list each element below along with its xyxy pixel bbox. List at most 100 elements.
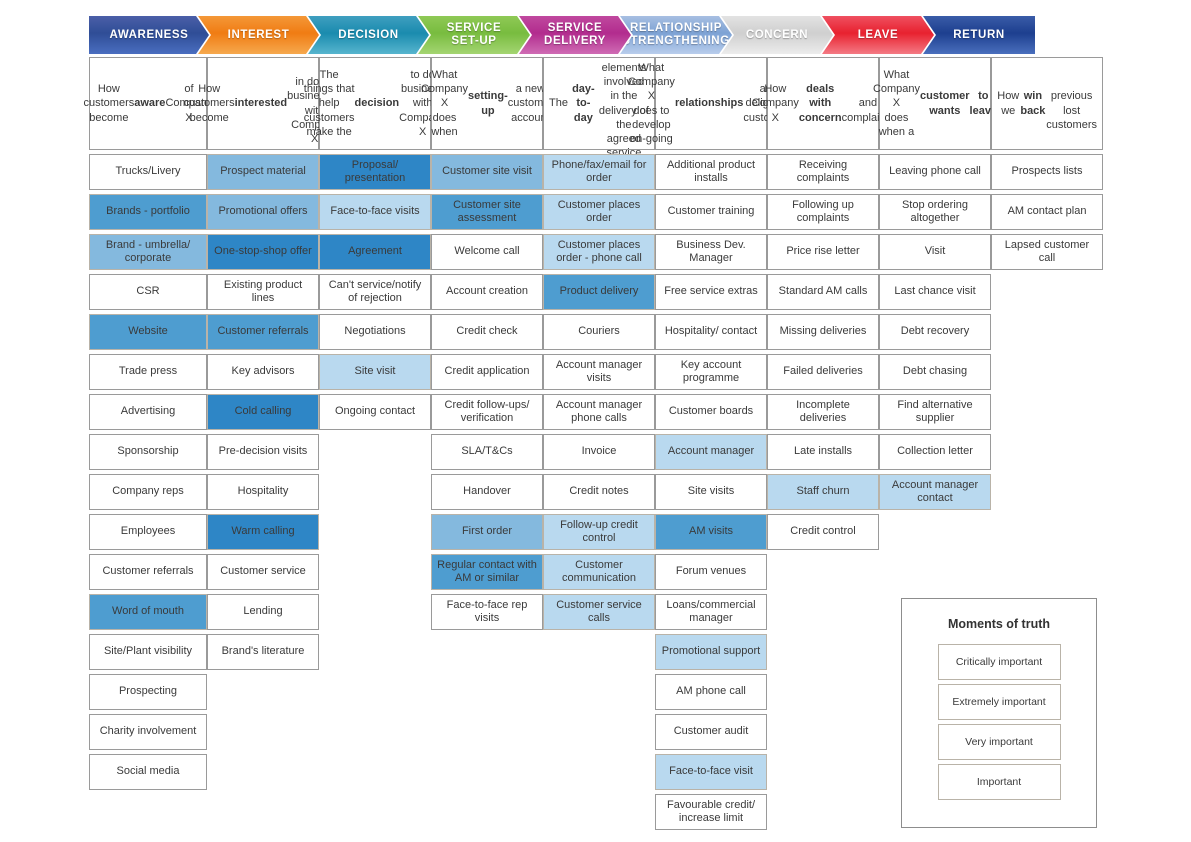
touchpoint-cell[interactable]: Customer referrals xyxy=(207,314,319,350)
touchpoint-cell[interactable]: Standard AM calls xyxy=(767,274,879,310)
touchpoint-cell[interactable]: Customer training xyxy=(655,194,767,230)
stage-header-service-delivery[interactable]: SERVICE DELIVERY xyxy=(519,16,631,54)
stage-header-decision[interactable]: DECISION xyxy=(308,16,429,54)
touchpoint-cell[interactable]: Phone/fax/email for order xyxy=(543,154,655,190)
touchpoint-cell[interactable]: Loans/commercial manager xyxy=(655,594,767,630)
touchpoint-cell[interactable]: AM visits xyxy=(655,514,767,550)
touchpoint-cell[interactable]: Face-to-face visits xyxy=(319,194,431,230)
touchpoint-cell[interactable]: Brands - portfolio xyxy=(89,194,207,230)
touchpoint-cell[interactable]: Warm calling xyxy=(207,514,319,550)
touchpoint-cell[interactable]: Customer boards xyxy=(655,394,767,430)
touchpoint-cell[interactable]: Charity involvement xyxy=(89,714,207,750)
touchpoint-cell[interactable]: Follow-up credit control xyxy=(543,514,655,550)
touchpoint-cell[interactable]: Customer communication xyxy=(543,554,655,590)
touchpoint-cell[interactable]: Promotional offers xyxy=(207,194,319,230)
touchpoint-cell[interactable]: Regular contact with AM or similar xyxy=(431,554,543,590)
touchpoint-cell[interactable]: Collection letter xyxy=(879,434,991,470)
touchpoint-cell[interactable]: Customer audit xyxy=(655,714,767,750)
touchpoint-cell[interactable]: SLA/T&Cs xyxy=(431,434,543,470)
touchpoint-cell[interactable]: Advertising xyxy=(89,394,207,430)
touchpoint-cell[interactable]: Last chance visit xyxy=(879,274,991,310)
touchpoint-cell[interactable]: Trade press xyxy=(89,354,207,390)
touchpoint-cell[interactable]: Free service extras xyxy=(655,274,767,310)
touchpoint-cell[interactable]: Employees xyxy=(89,514,207,550)
touchpoint-cell[interactable]: Credit check xyxy=(431,314,543,350)
touchpoint-cell[interactable]: Company reps xyxy=(89,474,207,510)
stage-header-concern[interactable]: CONCERN xyxy=(721,16,833,54)
touchpoint-cell[interactable]: AM contact plan xyxy=(991,194,1103,230)
touchpoint-cell[interactable]: Debt recovery xyxy=(879,314,991,350)
touchpoint-cell[interactable]: One-stop-shop offer xyxy=(207,234,319,270)
touchpoint-cell[interactable]: Ongoing contact xyxy=(319,394,431,430)
touchpoint-cell[interactable]: Receiving complaints xyxy=(767,154,879,190)
touchpoint-cell[interactable]: Pre-decision visits xyxy=(207,434,319,470)
touchpoint-cell[interactable]: Proposal/ presentation xyxy=(319,154,431,190)
touchpoint-cell[interactable]: Credit control xyxy=(767,514,879,550)
touchpoint-cell[interactable]: Staff churn xyxy=(767,474,879,510)
touchpoint-cell[interactable]: Additional product installs xyxy=(655,154,767,190)
touchpoint-cell[interactable]: Trucks/Livery xyxy=(89,154,207,190)
touchpoint-cell[interactable]: Account creation xyxy=(431,274,543,310)
stage-header-interest[interactable]: INTEREST xyxy=(198,16,319,54)
stage-header-leave[interactable]: LEAVE xyxy=(822,16,934,54)
touchpoint-cell[interactable]: Prospects lists xyxy=(991,154,1103,190)
touchpoint-cell[interactable]: Site visit xyxy=(319,354,431,390)
touchpoint-cell[interactable]: Word of mouth xyxy=(89,594,207,630)
touchpoint-cell[interactable]: Account manager phone calls xyxy=(543,394,655,430)
touchpoint-cell[interactable]: Brand - umbrella/ corporate xyxy=(89,234,207,270)
touchpoint-cell[interactable]: Site visits xyxy=(655,474,767,510)
touchpoint-cell[interactable]: Business Dev. Manager xyxy=(655,234,767,270)
touchpoint-cell[interactable]: Handover xyxy=(431,474,543,510)
touchpoint-cell[interactable]: Customer places order - phone call xyxy=(543,234,655,270)
touchpoint-cell[interactable]: Following up complaints xyxy=(767,194,879,230)
touchpoint-cell[interactable]: Product delivery xyxy=(543,274,655,310)
touchpoint-cell[interactable]: Price rise letter xyxy=(767,234,879,270)
touchpoint-cell[interactable]: Debt chasing xyxy=(879,354,991,390)
stage-header-awareness[interactable]: AWARENESS xyxy=(89,16,209,54)
touchpoint-cell[interactable]: Account manager visits xyxy=(543,354,655,390)
touchpoint-cell[interactable]: Promotional support xyxy=(655,634,767,670)
touchpoint-cell[interactable]: Account manager xyxy=(655,434,767,470)
touchpoint-cell[interactable]: Customer places order xyxy=(543,194,655,230)
stage-header-service-set-up[interactable]: SERVICE SET-UP xyxy=(418,16,530,54)
touchpoint-cell[interactable]: First order xyxy=(431,514,543,550)
touchpoint-cell[interactable]: Lapsed customer call xyxy=(991,234,1103,270)
touchpoint-cell[interactable]: Brand's literature xyxy=(207,634,319,670)
stage-header-return[interactable]: RETURN xyxy=(923,16,1035,54)
touchpoint-cell[interactable]: Sponsorship xyxy=(89,434,207,470)
touchpoint-cell[interactable]: Can't service/notify of rejection xyxy=(319,274,431,310)
touchpoint-cell[interactable]: Hospitality/ contact xyxy=(655,314,767,350)
touchpoint-cell[interactable]: Customer service calls xyxy=(543,594,655,630)
touchpoint-cell[interactable]: Couriers xyxy=(543,314,655,350)
touchpoint-cell[interactable]: Visit xyxy=(879,234,991,270)
touchpoint-cell[interactable]: Customer service xyxy=(207,554,319,590)
touchpoint-cell[interactable]: Customer referrals xyxy=(89,554,207,590)
touchpoint-cell[interactable]: Welcome call xyxy=(431,234,543,270)
touchpoint-cell[interactable]: Social media xyxy=(89,754,207,790)
touchpoint-cell[interactable]: Face-to-face rep visits xyxy=(431,594,543,630)
touchpoint-cell[interactable]: Credit follow-ups/ verification xyxy=(431,394,543,430)
touchpoint-cell[interactable]: AM phone call xyxy=(655,674,767,710)
touchpoint-cell[interactable]: Find alternative supplier xyxy=(879,394,991,430)
touchpoint-cell[interactable]: Customer site assessment xyxy=(431,194,543,230)
touchpoint-cell[interactable]: Missing deliveries xyxy=(767,314,879,350)
touchpoint-cell[interactable]: Favourable credit/ increase limit xyxy=(655,794,767,830)
touchpoint-cell[interactable]: Customer site visit xyxy=(431,154,543,190)
touchpoint-cell[interactable]: Existing product lines xyxy=(207,274,319,310)
touchpoint-cell[interactable]: Prospect material xyxy=(207,154,319,190)
touchpoint-cell[interactable]: Account manager contact xyxy=(879,474,991,510)
touchpoint-cell[interactable]: Stop ordering altogether xyxy=(879,194,991,230)
touchpoint-cell[interactable]: Cold calling xyxy=(207,394,319,430)
touchpoint-cell[interactable]: Hospitality xyxy=(207,474,319,510)
touchpoint-cell[interactable]: Invoice xyxy=(543,434,655,470)
touchpoint-cell[interactable]: Leaving phone call xyxy=(879,154,991,190)
touchpoint-cell[interactable]: Incomplete deliveries xyxy=(767,394,879,430)
touchpoint-cell[interactable]: Agreement xyxy=(319,234,431,270)
touchpoint-cell[interactable]: Credit notes xyxy=(543,474,655,510)
touchpoint-cell[interactable]: Failed deliveries xyxy=(767,354,879,390)
touchpoint-cell[interactable]: Forum venues xyxy=(655,554,767,590)
touchpoint-cell[interactable]: CSR xyxy=(89,274,207,310)
touchpoint-cell[interactable]: Credit application xyxy=(431,354,543,390)
touchpoint-cell[interactable]: Face-to-face visit xyxy=(655,754,767,790)
stage-header-relationship-strengthening[interactable]: RELATIONSHIP STRENGTHENING xyxy=(620,16,732,54)
